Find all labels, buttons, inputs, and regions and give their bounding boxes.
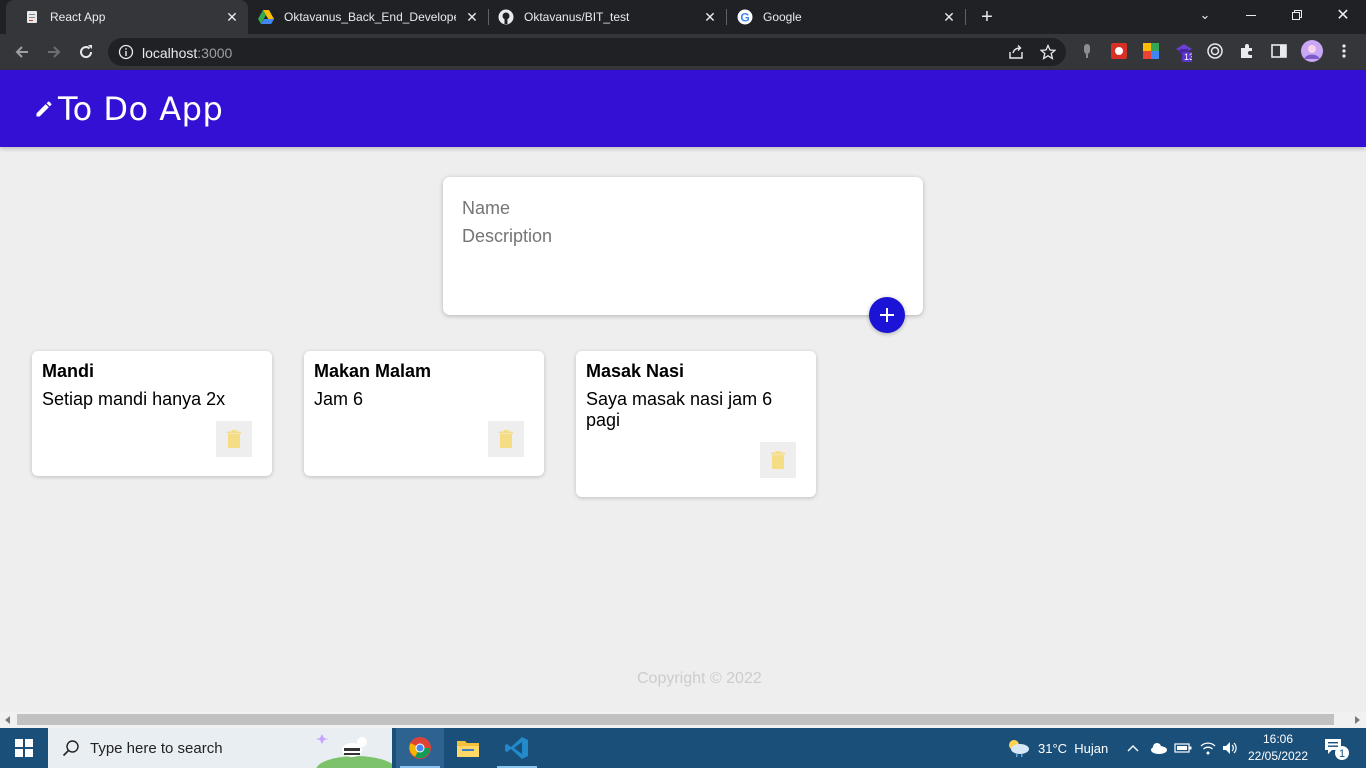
- url-text: localhost:3000: [142, 45, 232, 61]
- note-title: Masak Nasi: [586, 361, 685, 381]
- scroll-right-icon[interactable]: [1355, 716, 1360, 724]
- search-icon: [62, 740, 79, 757]
- reload-icon[interactable]: [74, 40, 98, 64]
- google-icon: G: [737, 9, 753, 25]
- horizontal-scrollbar[interactable]: [0, 712, 1366, 728]
- site-info-icon[interactable]: [118, 44, 134, 65]
- plus-icon: [880, 308, 894, 322]
- extensions-puzzle-icon[interactable]: [1238, 42, 1256, 60]
- note-title: Makan Malam: [314, 361, 432, 381]
- trash-icon: [499, 430, 513, 448]
- weather-widget[interactable]: 31°C Hujan: [1006, 728, 1108, 768]
- new-tab-button[interactable]: +: [976, 6, 998, 28]
- note-content: Saya masak nasi jam 6 pagi: [586, 389, 773, 430]
- tab-title: React App: [50, 10, 106, 24]
- windows-taskbar: Type here to search 31°C Hujan 16:06 22/…: [0, 728, 1366, 768]
- browser-toolbar: localhost:3000 13: [0, 34, 1366, 70]
- scroll-left-icon[interactable]: [5, 716, 10, 724]
- extension-mic-icon[interactable]: [1078, 42, 1096, 60]
- wifi-icon[interactable]: [1200, 728, 1216, 768]
- trash-icon: [771, 451, 785, 469]
- close-icon[interactable]: ✕: [941, 9, 957, 25]
- windows-start-icon[interactable]: [0, 728, 48, 768]
- taskbar-file-explorer-icon[interactable]: [444, 728, 492, 768]
- share-icon[interactable]: [1008, 44, 1024, 60]
- note-content: Jam 6: [314, 389, 364, 409]
- browser-menu-icon[interactable]: [1335, 42, 1353, 60]
- close-icon[interactable]: ✕: [702, 9, 718, 25]
- taskbar-search-box[interactable]: Type here to search: [48, 728, 392, 768]
- delete-note-button[interactable]: [216, 421, 252, 457]
- close-icon[interactable]: ✕: [464, 9, 480, 25]
- note-description-input[interactable]: [462, 226, 902, 306]
- speaker-icon[interactable]: [1222, 728, 1238, 768]
- url-port: :3000: [197, 45, 233, 61]
- search-highlight-illustration-icon: [316, 734, 392, 768]
- delete-note-button[interactable]: [488, 421, 524, 457]
- app-header: To Do App: [0, 70, 1366, 147]
- tab-github[interactable]: Oktavanus/BIT_test ✕: [488, 0, 726, 34]
- close-icon[interactable]: ✕: [224, 9, 240, 25]
- restore-icon[interactable]: [1274, 0, 1320, 30]
- note-card: Masak Nasi Saya masak nasi jam 6 pagi: [576, 351, 816, 497]
- weather-cloud-rain-icon: [1009, 740, 1029, 757]
- bookmark-star-icon[interactable]: [1039, 43, 1057, 60]
- side-panel-icon[interactable]: [1270, 42, 1288, 60]
- onedrive-cloud-icon[interactable]: [1150, 728, 1168, 768]
- note-title: Mandi: [42, 361, 94, 381]
- taskbar-clock[interactable]: 16:06 22/05/2022: [1240, 731, 1316, 765]
- extension-puzzle-colored-icon[interactable]: [1142, 42, 1160, 60]
- clock-time: 16:06: [1262, 732, 1294, 746]
- url-host: localhost: [142, 45, 198, 61]
- create-note-form: [443, 177, 923, 315]
- tab-drive[interactable]: Oktavanus_Back_End_Developer_ ✕: [248, 0, 488, 34]
- add-note-button[interactable]: [869, 297, 905, 333]
- extension-red-icon[interactable]: [1110, 42, 1128, 60]
- extension-target-icon[interactable]: [1206, 42, 1224, 60]
- minimize-icon[interactable]: [1228, 0, 1274, 30]
- browser-tab-strip: React App ✕ Oktavanus_Back_End_Developer…: [0, 0, 1366, 34]
- weather-text: 31°C Hujan: [1038, 740, 1109, 756]
- scrollbar-thumb[interactable]: [17, 714, 1334, 725]
- clock-date: 22/05/2022: [1247, 749, 1309, 763]
- taskbar-vscode-icon[interactable]: [493, 728, 541, 768]
- tab-react-app[interactable]: React App ✕: [6, 0, 248, 34]
- address-bar[interactable]: localhost:3000: [108, 38, 1066, 66]
- window-close-icon[interactable]: ✕: [1320, 0, 1366, 30]
- notification-center-icon[interactable]: 1: [1324, 728, 1350, 768]
- svg-text:G: G: [740, 11, 749, 25]
- note-card: Mandi Setiap mandi hanya 2x: [32, 351, 272, 476]
- extension-badge: 13: [1184, 52, 1192, 62]
- extension-hat-icon[interactable]: 13: [1174, 42, 1192, 62]
- notification-count: 1: [1339, 748, 1345, 760]
- pencil-icon: [36, 100, 52, 116]
- tab-divider: [965, 9, 966, 25]
- tab-title: Oktavanus_Back_End_Developer_: [284, 10, 456, 24]
- delete-note-button[interactable]: [760, 442, 796, 478]
- profile-avatar[interactable]: [1300, 39, 1324, 63]
- show-hidden-icons-chevron-icon[interactable]: [1127, 728, 1139, 768]
- react-app-favicon-icon: [24, 9, 40, 25]
- github-icon: [498, 9, 514, 25]
- note-content: Setiap mandi hanya 2x: [42, 389, 226, 409]
- tab-title: Oktavanus/BIT_test: [524, 10, 630, 24]
- note-card: Makan Malam Jam 6: [304, 351, 544, 476]
- app-title: To Do App: [58, 89, 224, 128]
- battery-icon[interactable]: [1174, 728, 1192, 768]
- tab-google[interactable]: G Google ✕: [727, 0, 965, 34]
- back-arrow-icon[interactable]: [10, 40, 34, 64]
- tab-title: Google: [763, 10, 802, 24]
- taskbar-chrome-icon[interactable]: [396, 728, 444, 768]
- trash-icon: [227, 430, 241, 448]
- search-placeholder: Type here to search: [90, 739, 223, 757]
- tab-search-chevron-icon[interactable]: ⌄: [1182, 0, 1228, 30]
- forward-arrow-icon[interactable]: [42, 40, 66, 64]
- note-name-input[interactable]: [462, 196, 902, 220]
- google-drive-icon: [258, 9, 274, 25]
- footer-copyright: Copyright © 2022: [637, 670, 762, 687]
